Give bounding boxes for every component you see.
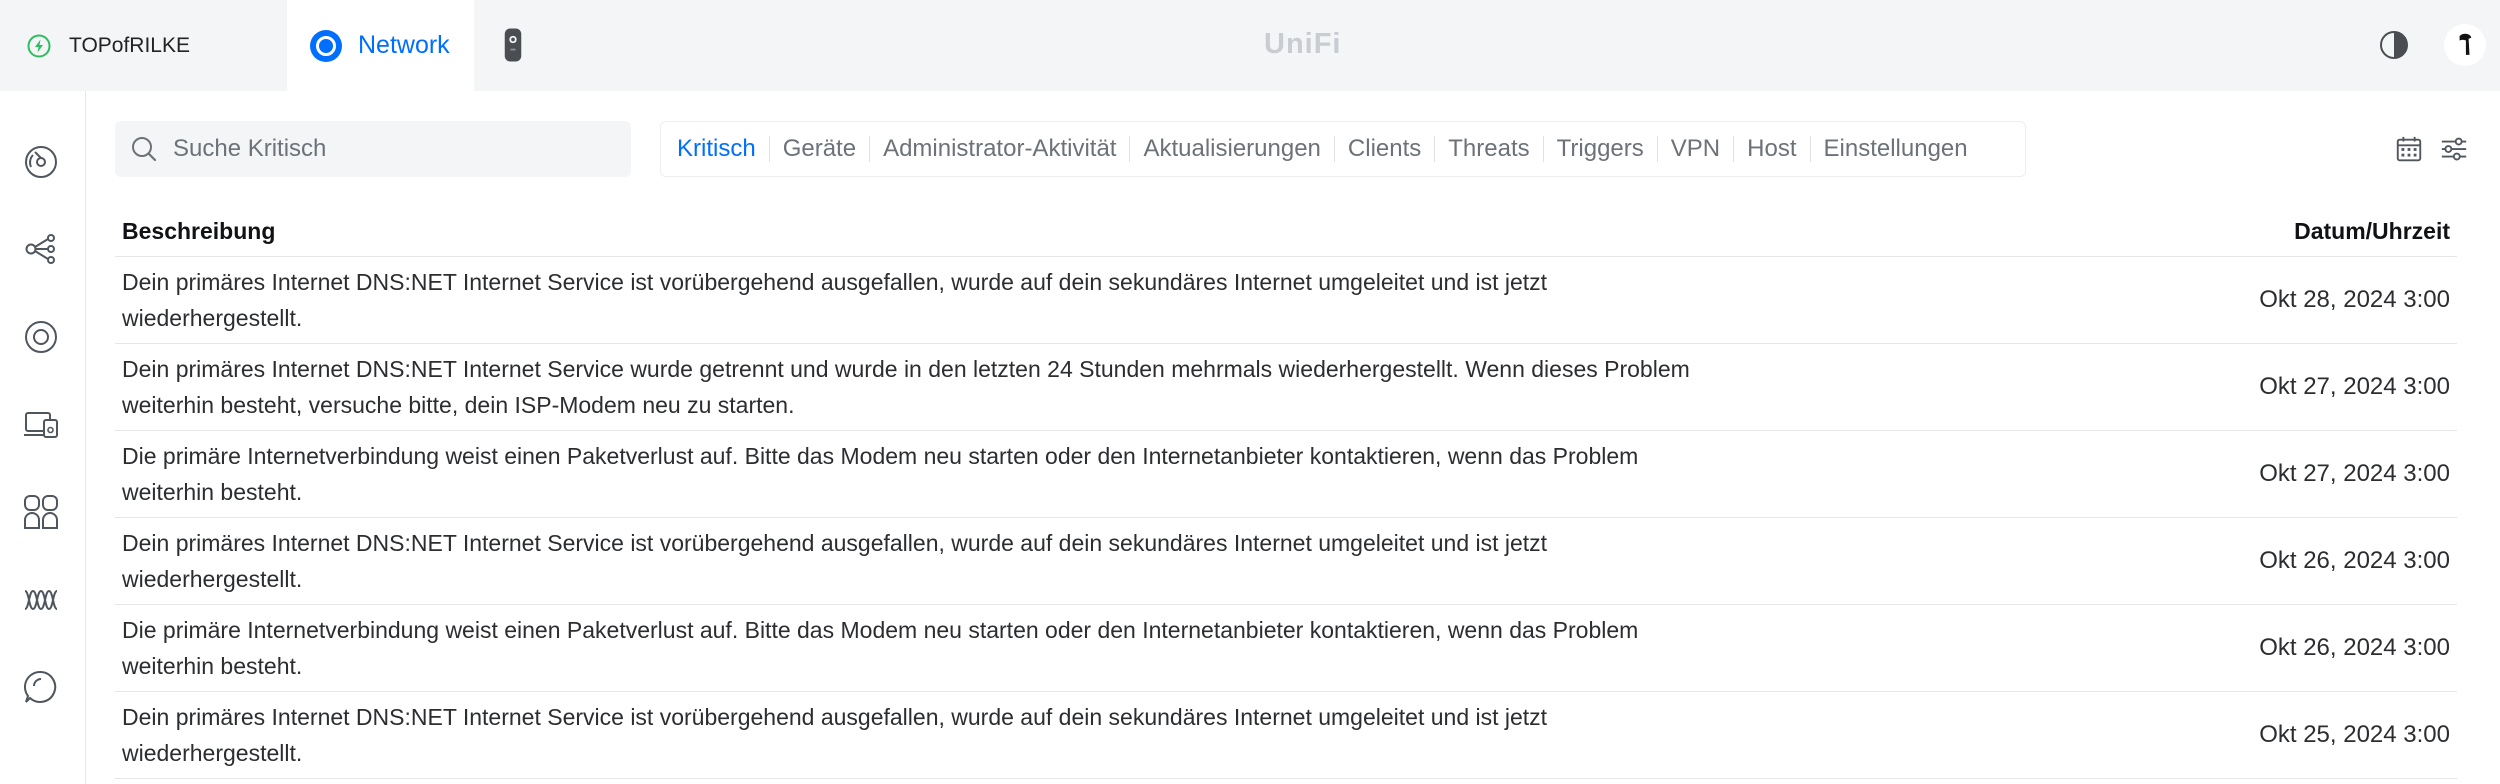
theme-toggle-button[interactable] xyxy=(2375,26,2413,64)
tab-clients[interactable]: Clients xyxy=(1333,136,1434,162)
tab-threats[interactable]: Threats xyxy=(1434,136,1542,162)
table-row[interactable]: Dein primäres Internet DNS:NET Internet … xyxy=(115,257,2457,344)
table-row[interactable]: Dein primäres Internet DNS:NET Internet … xyxy=(115,518,2457,605)
row-datetime: Okt 28, 2024 3:00 xyxy=(2259,286,2450,313)
sliders-icon xyxy=(2441,137,2467,161)
sidebar-item-integrations[interactable] xyxy=(18,664,64,710)
sidebar-item-insights[interactable] xyxy=(18,577,64,623)
column-header-datetime[interactable]: Datum/Uhrzeit xyxy=(2294,218,2450,245)
network-ring-icon xyxy=(310,29,342,62)
sidebar xyxy=(0,91,86,784)
wifi-icon xyxy=(25,321,57,353)
table-header: Beschreibung Datum/Uhrzeit xyxy=(115,206,2457,257)
column-header-description[interactable]: Beschreibung xyxy=(122,218,275,245)
clients-icon xyxy=(24,495,58,529)
tab-einstellungen[interactable]: Einstellungen xyxy=(1809,136,1981,162)
tab-kritisch[interactable]: Kritisch xyxy=(677,136,769,162)
sidebar-item-devices[interactable] xyxy=(18,401,64,447)
topology-icon xyxy=(25,234,55,264)
sidebar-item-dashboard[interactable] xyxy=(18,139,64,185)
half-circle-theme-icon xyxy=(2380,31,2408,59)
integrations-icon xyxy=(23,670,57,703)
site-switcher[interactable]: TOPofRILKE xyxy=(0,0,287,91)
row-datetime: Okt 25, 2024 3:00 xyxy=(2259,721,2450,748)
row-datetime: Okt 26, 2024 3:00 xyxy=(2259,634,2450,661)
table-row[interactable]: Die primäre Internetverbindung weist ein… xyxy=(115,605,2457,692)
table-row[interactable]: Dein primäres Internet DNS:NET Internet … xyxy=(115,692,2457,779)
device-icon xyxy=(504,28,522,62)
calendar-button[interactable] xyxy=(2391,131,2427,167)
app-tab-network[interactable]: Network xyxy=(287,0,474,91)
calendar-icon xyxy=(2396,136,2422,162)
row-description: Die primäre Internetverbindung weist ein… xyxy=(122,443,1639,505)
tab-geraete[interactable]: Geräte xyxy=(768,136,869,162)
tab-vpn[interactable]: VPN xyxy=(1656,136,1733,162)
row-description: Dein primäres Internet DNS:NET Internet … xyxy=(122,530,1548,592)
row-description: Dein primäres Internet DNS:NET Internet … xyxy=(122,269,1548,331)
row-datetime: Okt 27, 2024 3:00 xyxy=(2259,460,2450,487)
search-icon xyxy=(132,137,157,162)
filter-tabs: Kritisch Geräte Administrator-Aktivität … xyxy=(660,121,2026,177)
sidebar-item-wifi[interactable] xyxy=(18,314,64,360)
user-avatar-button[interactable] xyxy=(2444,24,2486,66)
row-datetime: Okt 26, 2024 3:00 xyxy=(2259,547,2450,574)
user-avatar-icon xyxy=(2459,33,2472,55)
app-tab-device[interactable] xyxy=(496,24,530,66)
insights-icon xyxy=(24,589,58,611)
site-name: TOPofRILKE xyxy=(69,33,190,57)
table-row[interactable]: Die primäre Internetverbindung weist ein… xyxy=(115,431,2457,518)
tab-host[interactable]: Host xyxy=(1733,136,1809,162)
devices-icon xyxy=(24,412,58,438)
search-box[interactable] xyxy=(115,121,631,177)
dashboard-icon xyxy=(25,146,57,178)
row-datetime: Okt 27, 2024 3:00 xyxy=(2259,373,2450,400)
row-description: Dein primäres Internet DNS:NET Internet … xyxy=(122,356,1690,418)
row-description: Dein primäres Internet DNS:NET Internet … xyxy=(122,704,1548,766)
tab-triggers[interactable]: Triggers xyxy=(1542,136,1657,162)
app-name: Network xyxy=(358,31,450,59)
row-description: Die primäre Internetverbindung weist ein… xyxy=(122,617,1639,679)
brand-logo: UniFi xyxy=(1264,28,1342,60)
sidebar-item-topology[interactable] xyxy=(18,226,64,272)
alerts-table: Beschreibung Datum/Uhrzeit Dein primäres… xyxy=(115,206,2457,779)
tab-administrator-aktivitaet[interactable]: Administrator-Aktivität xyxy=(869,136,1129,162)
table-row[interactable]: Dein primäres Internet DNS:NET Internet … xyxy=(115,344,2457,431)
sidebar-item-clients[interactable] xyxy=(18,489,64,535)
lightning-circle-icon xyxy=(27,34,51,57)
table-settings-button[interactable] xyxy=(2436,131,2472,167)
tab-aktualisierungen[interactable]: Aktualisierungen xyxy=(1129,136,1333,162)
search-input[interactable] xyxy=(173,135,613,163)
top-bar: TOPofRILKE Network UniFi xyxy=(0,0,2500,91)
